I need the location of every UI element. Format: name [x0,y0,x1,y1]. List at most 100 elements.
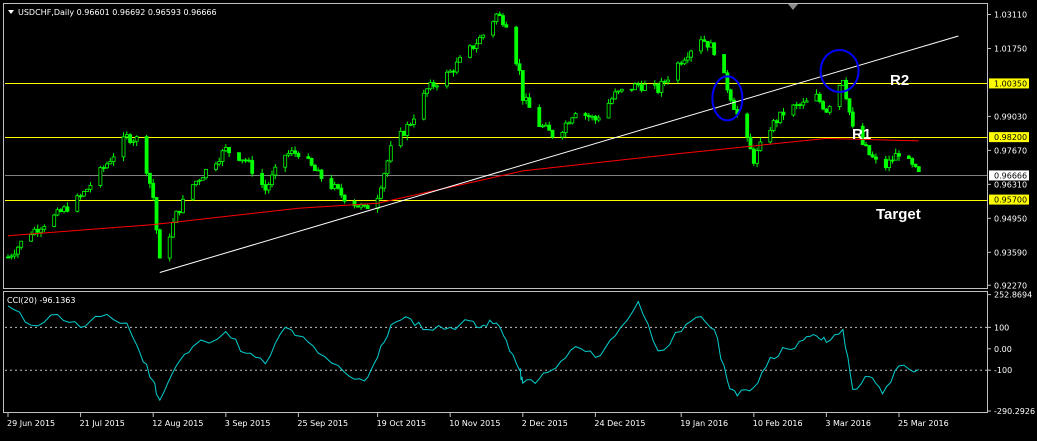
candle-body [560,132,565,138]
symbol-header: USDCHF,Daily 0.96601 0.96692 0.96593 0.9… [18,8,217,17]
candle-body [19,240,24,248]
candle-body [491,21,496,36]
candle-body [134,136,139,142]
candle-body [610,98,614,104]
candle-body [101,167,106,169]
candle-body [362,204,367,207]
candle-body [365,205,370,209]
candle-body [520,70,525,101]
candle-body [105,163,109,169]
time-tick-label: 10 Feb 2016 [753,419,803,428]
time-tick-label: 25 Sep 2015 [297,419,348,428]
candle-body [458,56,463,63]
candle-body [35,228,40,233]
candle-body [893,153,898,161]
candle-body [124,134,129,138]
candle-body [725,72,730,91]
candle-body [448,70,453,73]
candle-body [65,206,70,212]
candle-body [355,205,360,208]
candle-body [547,124,552,131]
candle-body [220,150,225,162]
candle-body [504,24,509,28]
candle-body [55,209,60,216]
candle-body [639,84,644,91]
candle-body [817,93,822,103]
candle-body [243,159,248,162]
time-tick-label: 19 Oct 2015 [377,419,426,428]
candle-body [722,54,726,74]
candle-body [151,182,156,198]
candle-body [656,83,660,93]
candle-body [685,56,690,61]
candle-body [58,209,63,212]
candle-body [78,195,83,198]
candle-body [408,123,413,126]
candle-body [573,113,578,119]
candle-body [702,39,707,42]
candle-body [550,129,555,138]
candle-body [52,214,57,227]
candle-body [570,117,575,124]
candle-body [435,85,439,88]
level-tag-label: 0.98200 [994,133,1027,142]
candle-body [699,39,703,52]
candle-body [824,108,829,113]
candle-body [263,184,268,191]
candle-body [283,154,288,168]
candle-body [758,141,763,151]
candle-body [286,153,291,156]
candle-body [689,50,693,58]
candle-body [586,115,591,118]
candle-body [39,228,43,233]
price-axis: 1.03110 1.01750 0.99030 0.97670 0.96310 0.949… [987,10,1029,290]
time-tick-label: 10 Nov 2015 [449,419,500,428]
candle-body [108,161,113,165]
candle-body [887,159,891,168]
r2-label: R2 [890,72,909,89]
candle-body [85,188,90,192]
candle-body [9,255,14,258]
candle-body [144,136,149,174]
candle-body [62,206,66,212]
candle-body [679,62,684,65]
candle-body [336,184,340,189]
candle-body [217,161,222,165]
candle-body [82,190,86,197]
candle-body [260,172,265,186]
candle-body [296,152,301,157]
candle-body [223,147,228,152]
candle-body [213,163,218,170]
candle-body [798,104,802,107]
candle-body [712,42,717,55]
candle-body [794,104,799,107]
candle-body [910,158,915,165]
chart-window[interactable]: USDCHF,Daily 0.96601 0.96692 0.96593 0.9… [0,0,1037,437]
candle-body [342,194,347,202]
candle-body [266,184,271,191]
r1-label: R1 [852,126,871,143]
forex-chart[interactable]: USDCHF,Daily 0.96601 0.96692 0.96593 0.9… [0,0,1037,437]
candle-body [154,197,159,231]
candle-body [643,83,647,91]
candle-body [312,164,317,171]
candle-body [837,84,842,107]
candle-body [751,148,756,164]
price-tick-label: 1.03110 [994,10,1027,19]
candle-body [329,178,334,189]
candle-body [662,80,667,83]
candle-body [98,167,103,186]
candle-body [385,160,390,175]
current-price-label: 0.96666 [994,171,1027,180]
candle-body [867,145,872,156]
candle-body [131,140,136,143]
candle-body [309,158,314,166]
candle-body [791,104,796,116]
candle-body [781,111,786,116]
candle-body [246,159,251,162]
price-tick-label: 0.93590 [994,248,1027,257]
candle-body [402,131,406,136]
candle-body [916,166,921,173]
candle-body [501,15,505,26]
candle-body [709,42,713,48]
